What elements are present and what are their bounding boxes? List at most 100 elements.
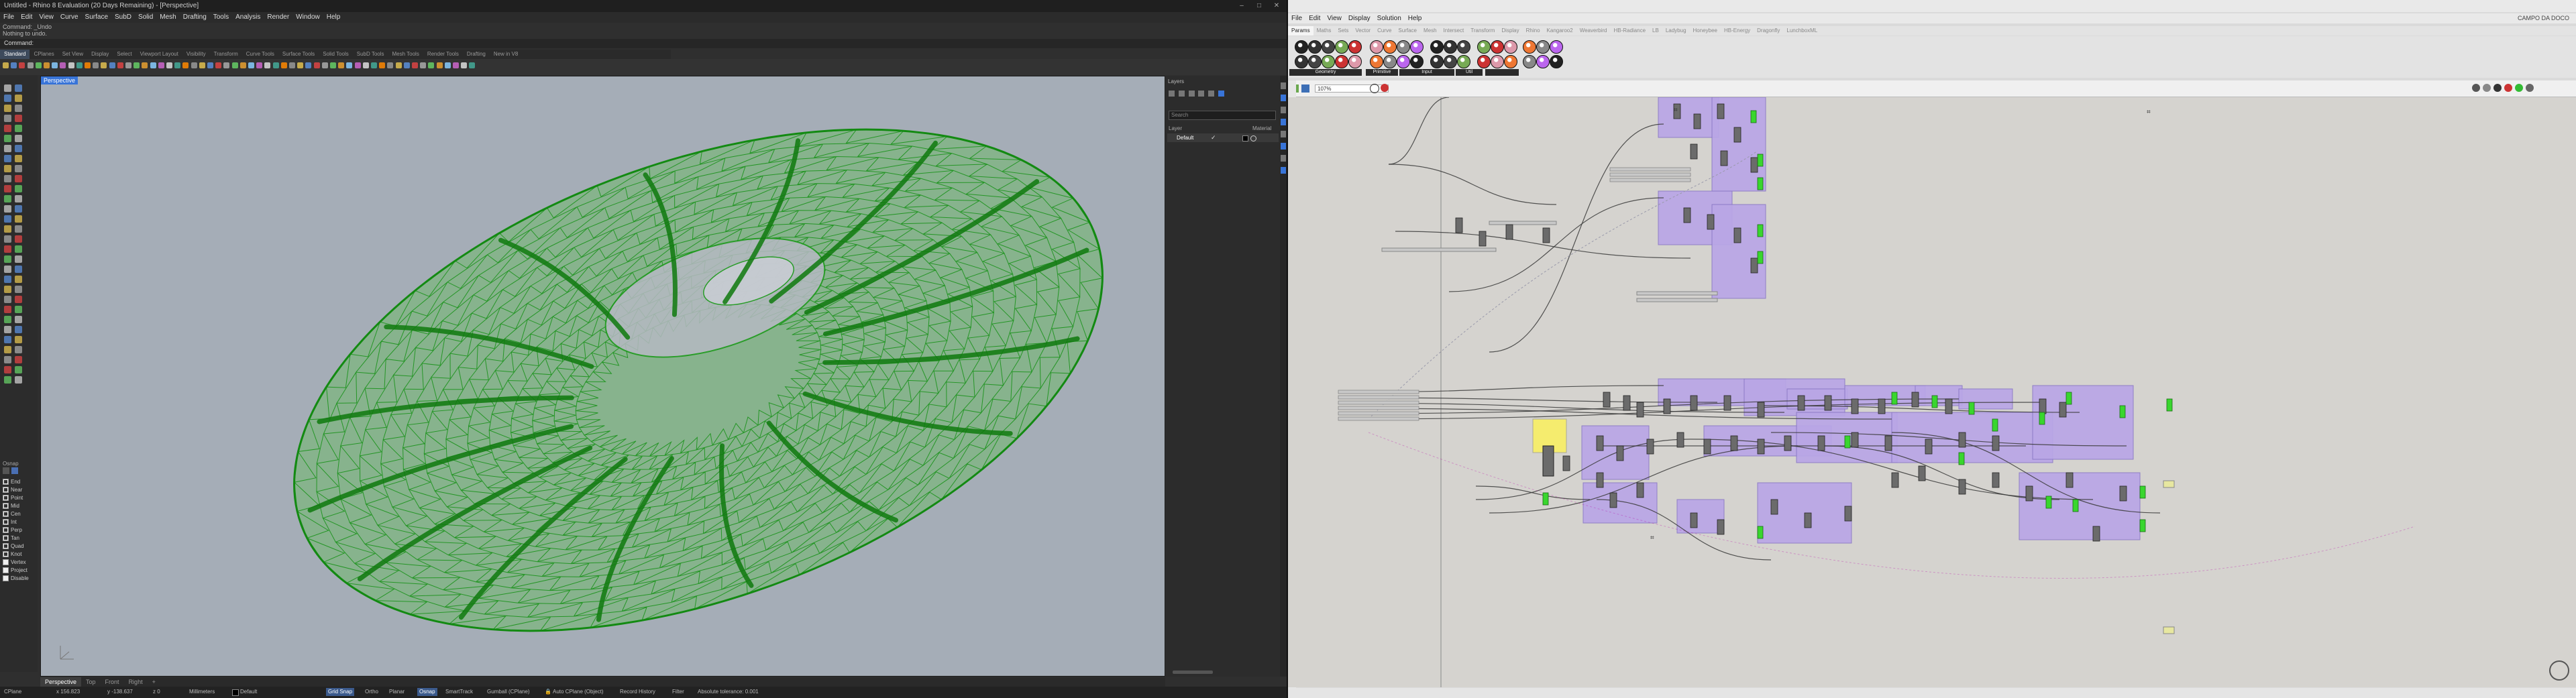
save-file-icon[interactable] (1301, 84, 1309, 93)
osnap-checkbox[interactable] (3, 502, 9, 509)
left-tool-icon[interactable] (4, 135, 11, 142)
wire-display-icon[interactable] (2483, 84, 2491, 92)
toolbar-tool-icon[interactable] (289, 62, 295, 68)
gh-component[interactable] (1992, 472, 2000, 488)
toolbar-tool-icon[interactable] (215, 62, 222, 68)
osnap-checkbox[interactable] (3, 494, 9, 501)
display-mode-icon[interactable] (2472, 84, 2480, 92)
left-tool-icon[interactable] (15, 266, 22, 273)
filter-toggle[interactable]: Filter (672, 689, 684, 695)
gh-component[interactable] (1945, 398, 1953, 414)
osnap-checkbox[interactable] (3, 510, 9, 517)
gh-component[interactable] (1797, 395, 1805, 411)
gh-component-icon[interactable] (1457, 55, 1470, 68)
gh-component[interactable] (1505, 224, 1513, 240)
menu-solid[interactable]: Solid (135, 12, 156, 23)
osnap-checkbox[interactable] (3, 534, 9, 541)
toolbar-tool-icon[interactable] (256, 62, 263, 68)
toolbar-tool-icon[interactable] (199, 62, 205, 68)
gh-component-icon[interactable] (1295, 40, 1308, 54)
gh-component-icon[interactable] (1370, 55, 1383, 68)
toolbar-tool-icon[interactable] (248, 62, 254, 68)
gh-component[interactable] (1690, 512, 1698, 528)
delete-layer-icon[interactable] (1178, 91, 1185, 97)
gh-component-icon[interactable] (1430, 40, 1444, 54)
gh-component[interactable] (2092, 526, 2100, 542)
left-tool-icon[interactable] (15, 195, 22, 202)
left-tool-icon[interactable] (4, 115, 11, 122)
toolbar-tool-icon[interactable] (469, 62, 476, 68)
toolbar-tool-icon[interactable] (264, 62, 271, 68)
gh-component-group-label[interactable]: Primitive (1366, 69, 1398, 76)
menu-curve[interactable]: Curve (57, 12, 82, 23)
left-tool-icon[interactable] (4, 376, 11, 384)
toolbar-tool-icon[interactable] (11, 62, 17, 68)
command-line[interactable]: Command: (0, 39, 1287, 48)
gh-number-slider[interactable] (1636, 291, 1718, 296)
ortho-toggle[interactable]: Ortho (365, 689, 378, 695)
gh-component[interactable] (1750, 157, 1758, 173)
toolbar-tab[interactable]: Standard (0, 50, 30, 59)
toolbar-tab[interactable]: Drafting (463, 50, 490, 59)
gh-component[interactable] (1690, 395, 1698, 411)
toolbar-tool-icon[interactable] (101, 62, 107, 68)
gh-component[interactable] (1720, 150, 1728, 166)
gh-component[interactable] (1609, 492, 1617, 508)
view-tab[interactable]: Front (101, 677, 124, 687)
gh-tab[interactable]: Maths (1313, 26, 1335, 36)
gh-menu-file[interactable]: File (1288, 13, 1305, 24)
gh-number-slider[interactable] (1636, 298, 1718, 302)
osnap-toggle[interactable]: Osnap (417, 688, 437, 696)
toolbar-tab[interactable]: Transform (210, 50, 242, 59)
gh-component[interactable] (1603, 392, 1611, 408)
gh-tab[interactable]: Intersect (1440, 26, 1468, 36)
toolbar-tool-icon[interactable] (109, 62, 115, 68)
gh-tab[interactable]: Mesh (1420, 26, 1440, 36)
gh-component-icon[interactable] (1295, 55, 1308, 68)
toolbar-tool-icon[interactable] (354, 62, 361, 68)
gh-menu-view[interactable]: View (1324, 13, 1345, 24)
osnap-filter-icon[interactable] (3, 467, 9, 474)
gh-component[interactable] (1750, 257, 1758, 274)
gh-number-slider[interactable] (1489, 221, 1557, 225)
left-tool-icon[interactable] (15, 145, 22, 152)
gh-tab[interactable]: Honeybee (1690, 26, 1721, 36)
smarttrack-toggle[interactable]: SmartTrack (445, 689, 473, 695)
gh-component[interactable] (1804, 512, 1812, 528)
panel-scrollbar[interactable] (1173, 671, 1213, 674)
selection-preview-icon[interactable] (2493, 84, 2502, 92)
toolbar-tool-icon[interactable] (52, 62, 58, 68)
planar-toggle[interactable]: Planar (389, 689, 405, 695)
left-tool-icon[interactable] (15, 95, 22, 102)
gh-component-icon[interactable] (1491, 55, 1504, 68)
panel-tab-icon[interactable] (1281, 143, 1286, 150)
gh-component[interactable] (1757, 439, 1765, 455)
gh-component-group-label[interactable]: Input (1399, 69, 1454, 76)
gh-component-icon[interactable] (1477, 40, 1491, 54)
left-tool-icon[interactable] (15, 165, 22, 172)
toolbar-tool-icon[interactable] (182, 62, 189, 68)
left-tool-icon[interactable] (15, 276, 22, 283)
left-tool-icon[interactable] (4, 255, 11, 263)
view-tab[interactable]: Right (124, 677, 148, 687)
gh-component[interactable] (1824, 395, 1832, 411)
panel-tab-icon[interactable] (1281, 131, 1286, 137)
gh-component[interactable] (1542, 445, 1554, 477)
left-tool-icon[interactable] (15, 316, 22, 323)
left-tool-icon[interactable] (4, 125, 11, 132)
gh-component[interactable] (1663, 398, 1671, 414)
osnap-checkbox[interactable] (3, 478, 9, 485)
toolbar-tool-icon[interactable] (444, 62, 451, 68)
gh-component-icon[interactable] (1430, 55, 1444, 68)
left-tool-icon[interactable] (15, 255, 22, 263)
gh-component[interactable] (2059, 402, 2067, 418)
gh-group[interactable] (1891, 412, 2053, 463)
gh-number-slider[interactable] (1338, 411, 1419, 416)
toolbar-tool-icon[interactable] (158, 62, 164, 68)
toolbar-tool-icon[interactable] (150, 62, 156, 68)
minimize-icon[interactable]: – (1233, 0, 1250, 12)
osnap-option[interactable]: Tan (3, 534, 36, 542)
layer-color-swatch[interactable] (1242, 135, 1248, 141)
osnap-settings-icon[interactable] (11, 467, 18, 474)
gh-number-slider[interactable] (1338, 400, 1419, 405)
